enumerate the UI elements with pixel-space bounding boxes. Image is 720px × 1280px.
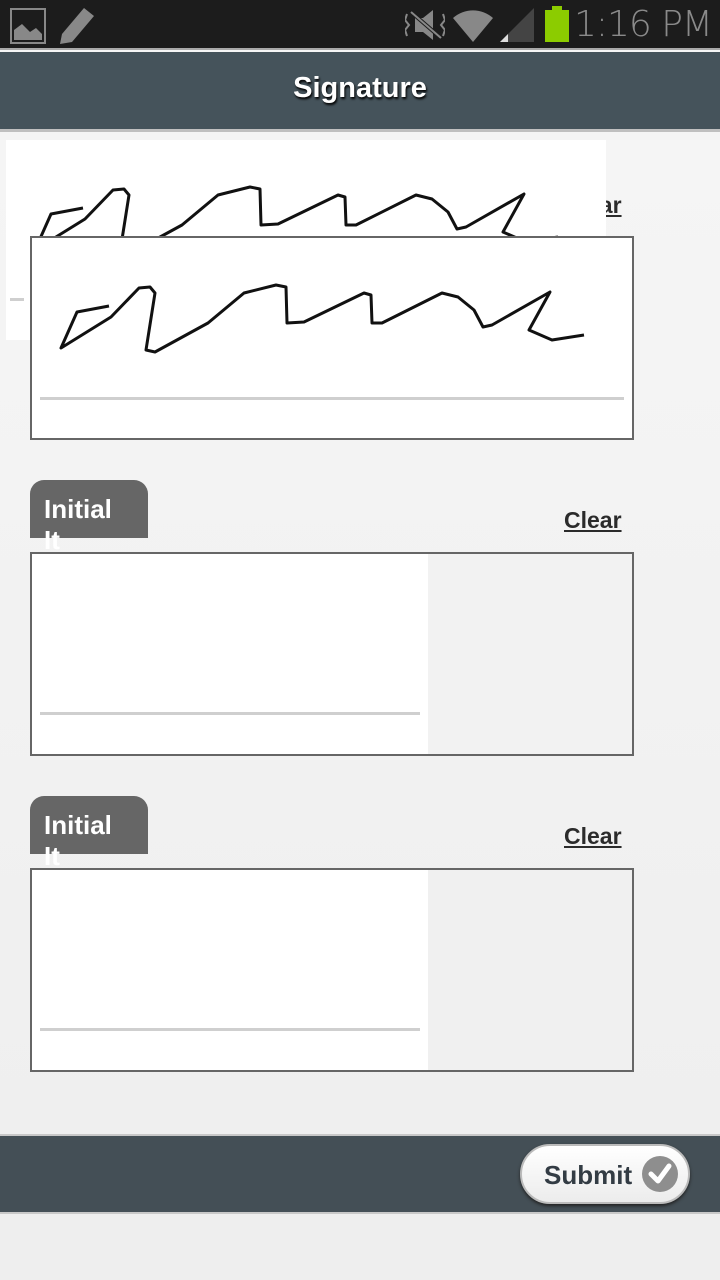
gallery-icon [10, 8, 46, 44]
initial-canvas [32, 870, 428, 1070]
status-bar: 1:16 PM [0, 0, 720, 50]
wifi-icon [453, 10, 493, 42]
initial-it-tab: Initial It [30, 796, 148, 871]
checkmark-icon [642, 1156, 678, 1192]
page-title: Signature [293, 72, 427, 104]
initial-baseline [40, 1028, 420, 1031]
submit-label: Submit [544, 1160, 633, 1190]
signature-baseline [40, 397, 624, 400]
signature-stroke [59, 283, 585, 354]
footer-bar: Submit [0, 1134, 720, 1214]
title-bar: Signature [0, 52, 720, 132]
battery-icon [545, 6, 569, 42]
submit-button[interactable]: Submit [520, 1144, 690, 1204]
pencil-icon [60, 8, 94, 44]
initial-pad[interactable] [30, 868, 634, 1072]
initial-baseline [40, 712, 420, 715]
clear-initial-link[interactable]: Clear [564, 507, 622, 534]
signature-pad[interactable] [30, 236, 634, 440]
initial-canvas [32, 554, 428, 754]
signal-icon [500, 8, 534, 42]
initial-it-tab: Initial It [30, 480, 148, 555]
clock: 1:16 PM [573, 4, 713, 45]
clear-initial-link[interactable]: Clear [564, 823, 622, 850]
vibrate-mute-icon [405, 10, 445, 40]
initial-pad[interactable] [30, 552, 634, 756]
